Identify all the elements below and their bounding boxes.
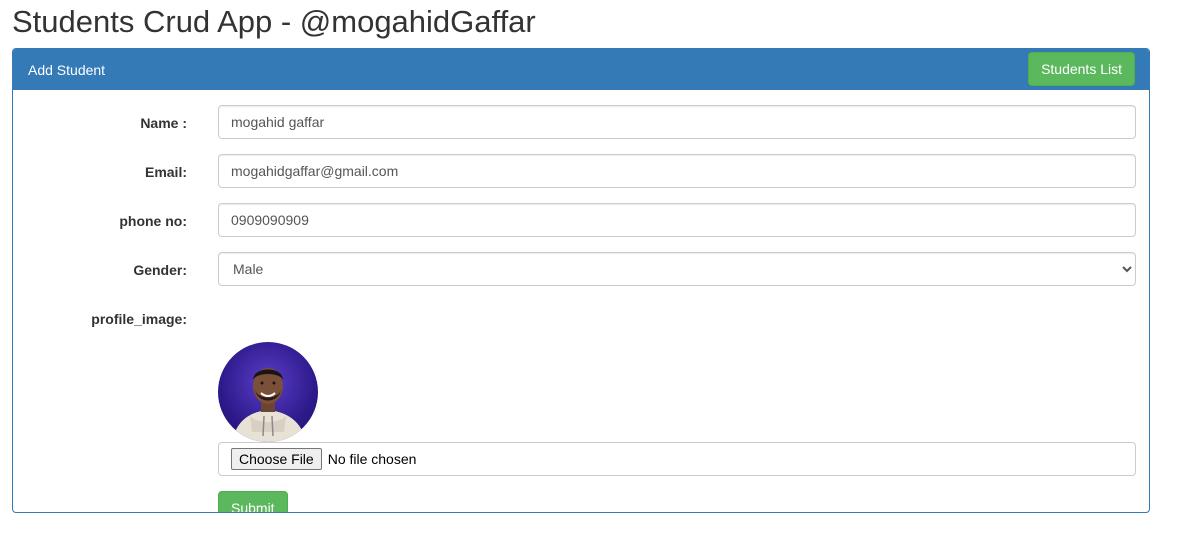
add-student-panel: Add Student Students List Name : Email: … [12, 48, 1150, 513]
panel-title: Add Student [28, 62, 106, 78]
phone-label: phone no: [119, 213, 187, 229]
page-title: Students Crud App - @mogahidGaffar [12, 4, 536, 39]
gender-select[interactable]: Male [218, 252, 1136, 286]
person-photo-icon [232, 368, 306, 442]
name-label: Name : [140, 115, 187, 131]
file-input[interactable]: Choose File No file chosen [218, 442, 1136, 476]
choose-file-button[interactable]: Choose File [231, 448, 322, 470]
panel-heading: Add Student Students List [13, 49, 1149, 90]
submit-button[interactable]: Submit [218, 491, 288, 512]
file-status: No file chosen [327, 451, 417, 467]
profile-image-label: profile_image: [91, 311, 187, 327]
name-input[interactable] [218, 105, 1136, 139]
phone-input[interactable] [218, 203, 1136, 237]
email-input[interactable] [218, 154, 1136, 188]
profile-avatar [218, 342, 318, 442]
students-list-button[interactable]: Students List [1028, 52, 1135, 86]
gender-label: Gender: [133, 262, 187, 278]
email-label: Email: [144, 164, 187, 180]
